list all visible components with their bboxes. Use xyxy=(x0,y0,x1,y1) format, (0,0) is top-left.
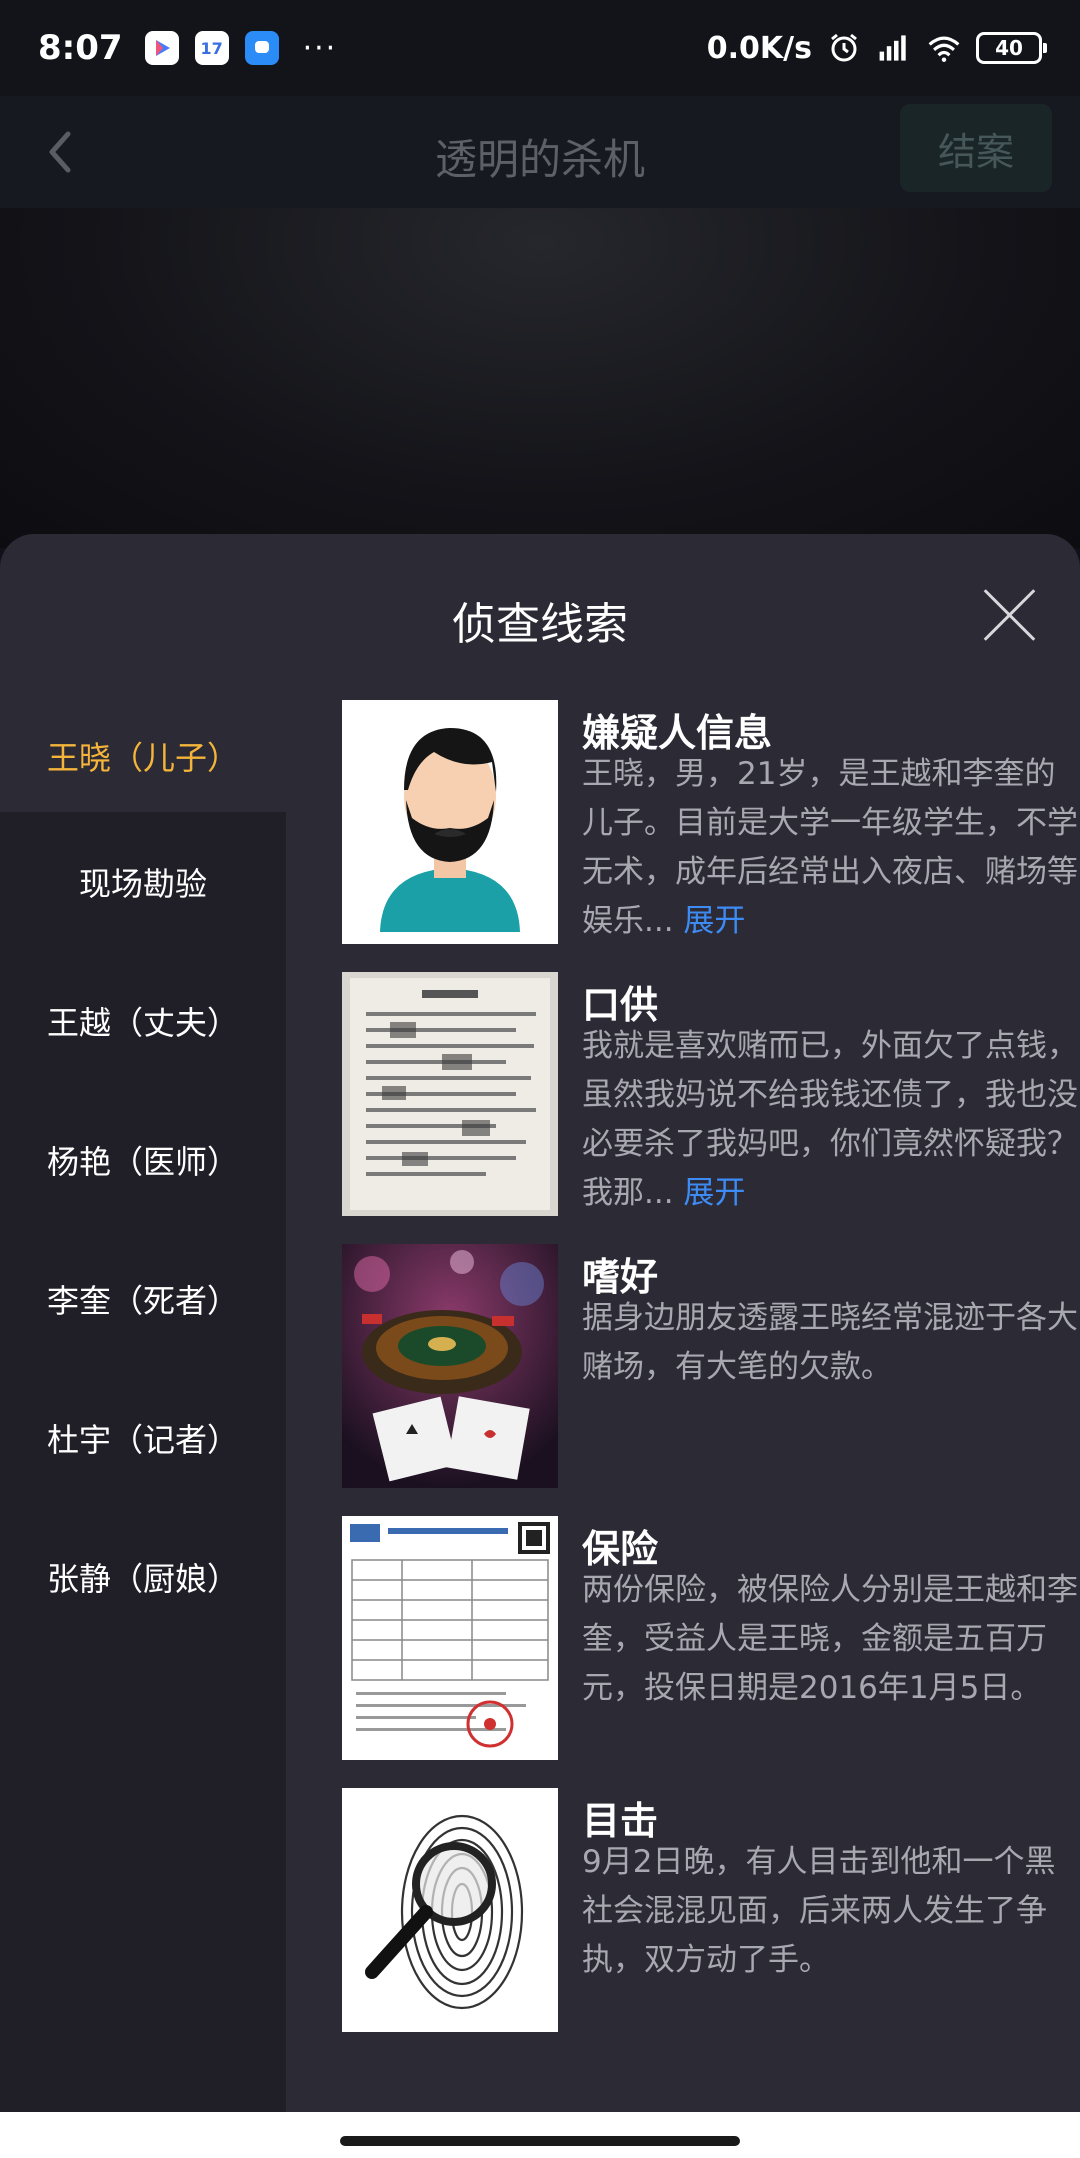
calendar-icon: 17 xyxy=(194,31,229,65)
clue-card[interactable]: 嫌疑人信息 王晓，男，21岁，是王越和李奎的儿子。目前是大学一年级学生，不学无术… xyxy=(314,700,1080,972)
status-bar: 8:07 17 ··· 0.0K/s 40 xyxy=(0,0,1080,96)
clue-title: 嗜好 xyxy=(582,1255,659,1299)
alarm-icon xyxy=(826,30,862,66)
casino-roulette-image xyxy=(342,1244,558,1488)
close-case-button[interactable]: 结案 xyxy=(900,104,1052,192)
insurance-document-image xyxy=(342,1516,558,1760)
clue-description: 据身边朋友透露王晓经常混迹于各大赌场，有大笔的欠款。 xyxy=(582,1294,1080,1392)
close-icon[interactable] xyxy=(980,586,1038,644)
status-indicators: 0.0K/s 40 xyxy=(706,30,1047,66)
clue-description: 两份保险，被保险人分别是王越和李奎，受益人是王晓，金额是五百万元，投保日期是20… xyxy=(582,1566,1080,1713)
sidebar-item-zhangjing[interactable]: 张静（厨娘） xyxy=(0,1507,286,1646)
messenger-icon xyxy=(244,31,279,65)
clue-card[interactable]: 口供 我就是喜欢赌而已，外面欠了点钱，虽然我妈说不给我钱还债了，我也没必要杀了我… xyxy=(314,972,1080,1244)
clue-description-text: 王晓，男，21岁，是王越和李奎的儿子。目前是大学一年级学生，不学无术，成年后经常… xyxy=(582,756,1078,939)
clue-card[interactable]: 目击 9月2日晚，有人目击到他和一个黑社会混混见面，后来两人发生了争执，双方动了… xyxy=(314,1788,1080,2060)
network-speed: 0.0K/s xyxy=(706,30,812,66)
expand-link[interactable]: 展开 xyxy=(683,903,745,939)
sidebar-item-wangyue[interactable]: 王越（丈夫） xyxy=(0,951,286,1090)
sidebar-item-yangyan[interactable]: 杨艳（医师） xyxy=(0,1090,286,1229)
clue-card[interactable]: 嗜好 据身边朋友透露王晓经常混迹于各大赌场，有大笔的欠款。 xyxy=(314,1244,1080,1516)
stage-background xyxy=(0,208,1080,548)
clue-description-text: 据身边朋友透露王晓经常混迹于各大赌场，有大笔的欠款。 xyxy=(582,1300,1078,1385)
battery-icon: 40 xyxy=(976,32,1047,64)
clue-card[interactable]: 保险 两份保险，被保险人分别是王越和李奎，受益人是王晓，金额是五百万元，投保日期… xyxy=(314,1516,1080,1788)
signal-icon xyxy=(876,30,912,66)
suspect-sidebar: 王晓（儿子） 现场勘验 王越（丈夫） 杨艳（医师） 李奎（死者） 杜宇（记者） … xyxy=(0,700,286,2112)
fingerprint-magnifier-image xyxy=(342,1788,558,2032)
sidebar-item-likui[interactable]: 李奎（死者） xyxy=(0,1229,286,1368)
suspect-avatar-image xyxy=(342,700,558,944)
clue-list: 嫌疑人信息 王晓，男，21岁，是王越和李奎的儿子。目前是大学一年级学生，不学无术… xyxy=(286,700,1080,2112)
clue-title: 保险 xyxy=(582,1527,659,1571)
clue-description: 9月2日晚，有人目击到他和一个黑社会混混见面，后来两人发生了争执，双方动了手。 xyxy=(582,1838,1080,1985)
clue-sheet: 侦查线索 王晓（儿子） 现场勘验 王越（丈夫） 杨艳（医师） 李奎（死者） 杜宇… xyxy=(0,534,1080,2112)
clue-description: 我就是喜欢赌而已，外面欠了点钱，虽然我妈说不给我钱还债了，我也没必要杀了我妈吧，… xyxy=(582,1022,1080,1218)
clue-description-text: 9月2日晚，有人目击到他和一个黑社会混混见面，后来两人发生了争执，双方动了手。 xyxy=(582,1844,1056,1978)
wifi-icon xyxy=(926,30,962,66)
clue-title: 口供 xyxy=(582,983,659,1027)
sidebar-item-wangxiao[interactable]: 王晓（儿子） xyxy=(0,700,286,812)
clue-title: 嫌疑人信息 xyxy=(582,711,773,755)
clue-title: 目击 xyxy=(582,1799,659,1843)
app-header: 透明的杀机 结案 xyxy=(0,96,1080,208)
sidebar-item-duyu[interactable]: 杜宇（记者） xyxy=(0,1368,286,1507)
more-notifications-icon: ··· xyxy=(302,30,338,66)
system-nav-bar xyxy=(0,2112,1080,2158)
home-indicator[interactable] xyxy=(340,2136,740,2146)
statement-document-image xyxy=(342,972,558,1216)
play-store-icon xyxy=(144,31,179,65)
expand-link[interactable]: 展开 xyxy=(683,1175,745,1211)
clue-description: 王晓，男，21岁，是王越和李奎的儿子。目前是大学一年级学生，不学无术，成年后经常… xyxy=(582,750,1080,946)
sidebar-item-scene[interactable]: 现场勘验 xyxy=(0,812,286,951)
status-time: 8:07 xyxy=(38,28,123,68)
clue-description-text: 我就是喜欢赌而已，外面欠了点钱，虽然我妈说不给我钱还债了，我也没必要杀了我妈吧，… xyxy=(582,1028,1078,1211)
sheet-title: 侦查线索 xyxy=(452,599,628,650)
clue-description-text: 两份保险，被保险人分别是王越和李奎，受益人是王晓，金额是五百万元，投保日期是20… xyxy=(582,1572,1078,1706)
